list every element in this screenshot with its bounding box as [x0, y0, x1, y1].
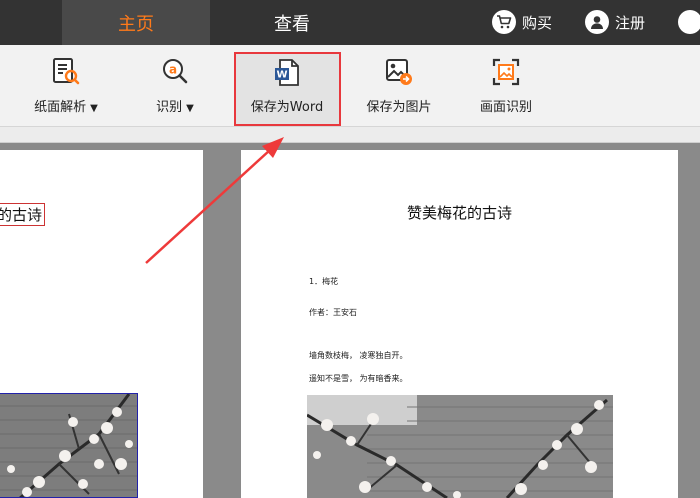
menu-icon: [678, 10, 700, 34]
poem-line-1: 墙角数枝梅， 凌寒独自开。: [309, 351, 408, 360]
plum-blossom-photo: [307, 395, 613, 498]
recognize-button[interactable]: a 识别 ▼: [135, 45, 215, 127]
tab-home[interactable]: 主页: [62, 0, 210, 45]
plum-blossom-photo: [0, 393, 138, 498]
save-as-image-label: 保存为图片: [366, 100, 432, 115]
document-search-icon: [51, 57, 81, 87]
screen-recognize-button[interactable]: 画面识别: [460, 45, 552, 127]
tab-view[interactable]: 查看: [218, 0, 366, 45]
svg-text:W: W: [276, 70, 287, 81]
screen-capture-icon: [491, 57, 521, 87]
page-gap: [233, 150, 241, 498]
poem-heading: 1．梅花: [309, 277, 339, 286]
svg-text:a: a: [169, 63, 177, 77]
paper-parse-label: 纸面解析: [34, 100, 87, 115]
scroll-area[interactable]: [678, 150, 700, 498]
right-page-title: 赞美梅花的古诗: [406, 204, 512, 222]
toolbar-divider-bar: [0, 127, 700, 143]
top-nav-bar: 主页 查看 购买 注册: [0, 0, 700, 45]
buy-label: 购买: [522, 13, 553, 32]
register-label: 注册: [615, 13, 646, 32]
recognize-label: 识别: [156, 100, 183, 115]
save-as-image-button[interactable]: 保存为图片: [356, 45, 442, 127]
cart-icon: [492, 10, 516, 34]
word-file-icon: W: [272, 58, 302, 88]
buy-button[interactable]: 购买: [492, 8, 552, 36]
caret-down-icon: ▼: [186, 103, 194, 114]
caret-down-icon: ▼: [90, 103, 98, 114]
save-image-icon: [384, 57, 414, 87]
poem-line-2: 遥知不是雪， 为有暗香来。: [309, 374, 408, 383]
left-page-title: 的古诗: [0, 203, 46, 226]
save-as-word-label: 保存为Word: [250, 100, 324, 115]
register-button[interactable]: 注册: [585, 8, 645, 36]
more-menu-button[interactable]: [678, 8, 700, 36]
left-document-page: 的古诗: [0, 150, 203, 498]
user-icon: [585, 10, 609, 34]
ocr-search-icon: a: [160, 57, 190, 87]
paper-parse-button[interactable]: 纸面解析 ▼: [20, 45, 112, 127]
poem-author: 作者：王安石: [309, 308, 357, 317]
right-document-page: 赞美梅花的古诗 1．梅花 作者：王安石 墙角数枝梅， 凌寒独自开。 遥知不是雪，…: [241, 150, 678, 498]
screen-recognize-label: 画面识别: [479, 100, 532, 115]
